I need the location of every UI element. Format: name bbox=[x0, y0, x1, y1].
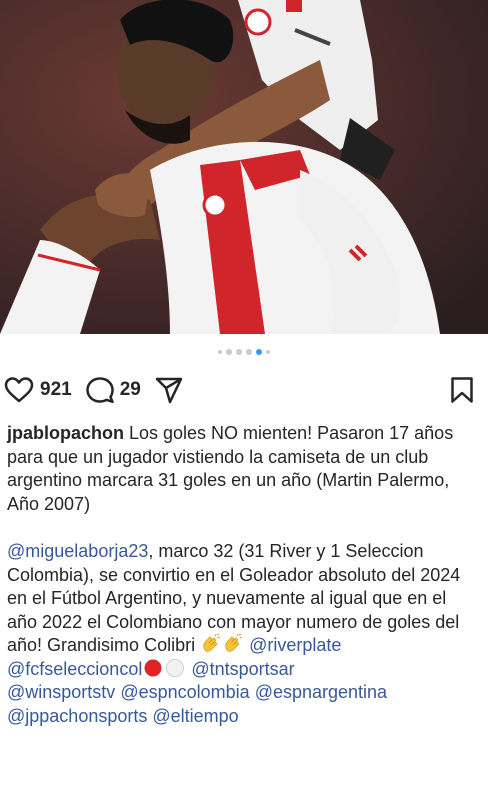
carousel-dot bbox=[218, 350, 222, 354]
clapping-hands-icon bbox=[223, 633, 243, 654]
post-photo[interactable] bbox=[0, 0, 488, 334]
mention-link[interactable]: @eltiempo bbox=[152, 706, 238, 726]
mention-link[interactable]: @winsportstv bbox=[7, 682, 115, 702]
mention-link[interactable]: @miguelaborja23 bbox=[7, 541, 148, 561]
carousel-dot bbox=[226, 349, 232, 355]
red-circle-icon bbox=[143, 658, 163, 678]
caption-username[interactable]: jpablopachon bbox=[7, 423, 124, 443]
post-photo-soccer-celebration bbox=[0, 0, 488, 334]
send-icon bbox=[155, 376, 183, 404]
save-button[interactable] bbox=[450, 376, 474, 404]
comment-button[interactable]: 29 bbox=[85, 376, 141, 404]
caption-paragraph-1: jpablopachon Los goles NO mienten! Pasar… bbox=[7, 422, 481, 516]
mention-link[interactable]: @espnargentina bbox=[255, 682, 387, 702]
mention-link[interactable]: @jppachonsports bbox=[7, 706, 147, 726]
clapping-hands-icon bbox=[201, 633, 221, 654]
mention-link[interactable]: @espncolombia bbox=[120, 682, 249, 702]
bookmark-icon bbox=[450, 376, 474, 404]
mention-link[interactable]: @fcfseleccioncol bbox=[7, 659, 142, 679]
like-count: 921 bbox=[40, 379, 72, 400]
post-caption: jpablopachon Los goles NO mienten! Pasar… bbox=[7, 422, 481, 728]
carousel-dot bbox=[266, 350, 270, 354]
mention-link[interactable]: @riverplate bbox=[249, 635, 341, 655]
comment-icon bbox=[85, 376, 114, 404]
share-button[interactable] bbox=[155, 376, 183, 404]
post-actions-bar: 921 29 bbox=[4, 372, 474, 408]
white-circle-icon bbox=[165, 658, 185, 678]
carousel-dot bbox=[236, 349, 242, 355]
comment-count: 29 bbox=[119, 379, 141, 400]
caption-paragraph-2: @miguelaborja23, marco 32 (31 River y 1 … bbox=[7, 540, 481, 728]
carousel-indicator bbox=[0, 347, 488, 357]
carousel-dot-active bbox=[256, 349, 262, 355]
carousel-dot bbox=[246, 349, 252, 355]
like-button[interactable]: 921 bbox=[4, 376, 72, 404]
heart-icon bbox=[4, 376, 34, 404]
mention-link[interactable]: @tntsportsar bbox=[191, 659, 294, 679]
